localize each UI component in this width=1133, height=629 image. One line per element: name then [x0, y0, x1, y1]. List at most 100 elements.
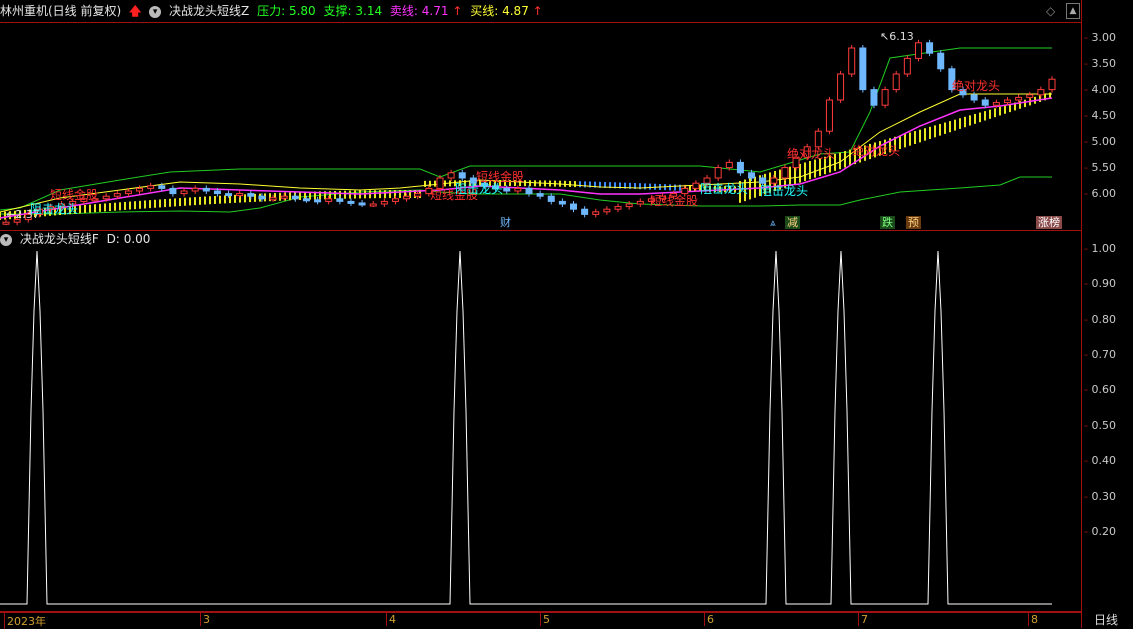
sell-label: 卖线:: [389, 4, 418, 18]
candle-body: [603, 208, 611, 213]
top-axis-tick: - 6.00: [1084, 186, 1116, 200]
bottom-axis-tick: - 0.60: [1084, 383, 1116, 397]
window-control-icon[interactable]: ◇: [1046, 4, 1055, 18]
candle-body: [1015, 96, 1023, 101]
candle-body: [403, 195, 411, 200]
event-tag-finance[interactable]: 财: [498, 216, 513, 229]
candle-body: [881, 89, 889, 106]
time-axis-label: 7: [858, 613, 868, 626]
support-label: 支撑:: [323, 4, 352, 18]
chart-label-1: 绝对龙头: [787, 147, 836, 161]
candle-body: [414, 193, 422, 197]
arrow-up-small-icon: ⩓: [770, 218, 776, 229]
bottom-axis-tick: - 0.30: [1084, 489, 1116, 503]
buy-value: 4.87: [502, 4, 529, 18]
buy-arrow-icon: ↑: [532, 4, 543, 18]
chart-label-8: 阻击龙头: [700, 182, 749, 196]
period-button[interactable]: 日线: [1094, 612, 1118, 628]
candle-body: [247, 193, 255, 197]
candle-body: [514, 187, 522, 192]
candle-body: [725, 161, 733, 169]
chart-label-11: 阻击龙头: [30, 202, 79, 216]
candle-body: [592, 211, 600, 215]
candle-body: [113, 193, 121, 197]
time-axis-label: 4: [386, 613, 396, 626]
candle-body: [2, 221, 10, 225]
top-axis-tick: - 5.50: [1084, 160, 1116, 174]
candle-body: [102, 195, 110, 200]
indicator-name[interactable]: 决战龙头短线Z: [169, 4, 249, 18]
candle-body: [180, 190, 188, 195]
candle-body: [547, 195, 555, 202]
candle-body: [447, 172, 455, 179]
top-pane-header: 林州重机(日线 前复权) 🡅 ▾ 决战龙头短线Z 压力: 5.80 支撑: 3.…: [0, 0, 547, 22]
stock-name[interactable]: 林州重机(日线 前复权): [0, 4, 121, 18]
candle-body: [202, 187, 210, 192]
signal-line: [0, 250, 1052, 605]
candle-body: [625, 203, 633, 208]
bottom-axis-tick: - 1.00: [1084, 241, 1116, 255]
candle-body: [903, 57, 911, 75]
signal-chart[interactable]: [0, 231, 1081, 611]
top-axis-tick: - 4.00: [1084, 82, 1116, 96]
time-axis-label: 2023年: [4, 613, 46, 629]
time-axis-label: 8: [1028, 613, 1038, 626]
event-tag-drop[interactable]: 跌: [880, 216, 895, 229]
candle-body: [503, 187, 511, 192]
event-tag-top-gainers[interactable]: 涨榜: [1036, 216, 1062, 229]
candle-body: [258, 195, 266, 200]
candle-body: [458, 172, 466, 179]
candle-body: [314, 199, 322, 203]
event-tag-forecast[interactable]: 预: [906, 216, 921, 229]
candle-body: [848, 47, 856, 75]
candle-body: [124, 190, 132, 195]
candle-body: [225, 193, 233, 197]
candle-body: [892, 73, 900, 91]
buy-label: 买线:: [470, 4, 499, 18]
top-axis-tick: - 5.00: [1084, 134, 1116, 148]
time-axis-label: 5: [540, 613, 550, 626]
candle-body: [614, 206, 622, 210]
candle-body: [158, 185, 166, 189]
candle-body: [748, 172, 756, 179]
chart-label-4: 短线金股: [650, 194, 699, 208]
candle-body: [636, 200, 644, 205]
right-axis-divider: [1081, 0, 1082, 628]
candle-body: [302, 198, 310, 202]
candle-body: [269, 197, 277, 201]
candle-body: [1048, 78, 1056, 91]
sell-value: 4.71: [421, 4, 449, 18]
time-axis-label: 3: [200, 613, 210, 626]
candle-body: [914, 42, 922, 59]
candle-body: [391, 198, 399, 202]
candle-body: [1037, 89, 1045, 96]
candle-body: [358, 202, 366, 206]
bottom-axis-tick: - 0.80: [1084, 312, 1116, 326]
candle-body: [1026, 94, 1034, 98]
pressure-label: 压力:: [257, 4, 286, 18]
candle-body: [191, 187, 199, 192]
bottom-axis-tick: - 0.40: [1084, 454, 1116, 468]
candle-body: [347, 200, 355, 204]
chart-label-3: 绝对龙头: [952, 79, 1001, 93]
top-axis-tick: - 3.50: [1084, 56, 1116, 70]
arrow-up-icon: 🡅: [129, 4, 142, 18]
candle-body: [970, 94, 978, 101]
candlestick-chart[interactable]: [0, 22, 1081, 230]
chart-label-2: 绝对龙头: [852, 144, 901, 158]
event-tag-reduce[interactable]: 减: [785, 216, 800, 229]
candle-body: [736, 161, 744, 174]
scroll-arrow-icon[interactable]: ▲: [1066, 3, 1080, 19]
bottom-axis-tick: - 0.50: [1084, 418, 1116, 432]
high-price-label: ↖6.13: [880, 30, 914, 43]
candle-body: [1003, 99, 1011, 104]
candle-body: [692, 182, 700, 189]
candle-body: [291, 195, 299, 200]
top-axis-tick: - 4.50: [1084, 108, 1116, 122]
bottom-axis-tick: - 0.70: [1084, 348, 1116, 361]
candle-body: [870, 89, 878, 106]
bottom-axis-tick: - 0.90: [1084, 277, 1116, 291]
candle-body: [837, 73, 845, 101]
candle-body: [926, 42, 934, 54]
indicator-menu-icon[interactable]: ▾: [149, 5, 162, 18]
